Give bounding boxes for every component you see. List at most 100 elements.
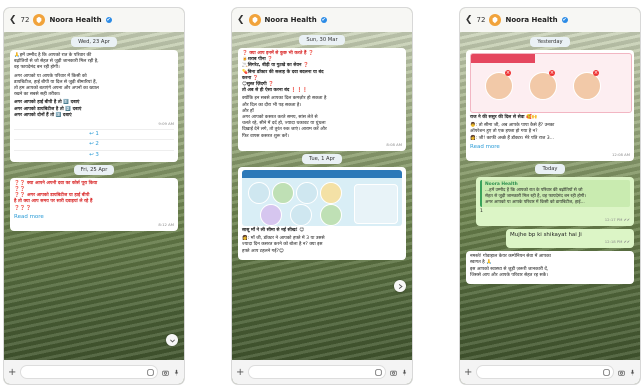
date-chip: Today <box>535 164 565 175</box>
illustration-panel <box>529 72 557 100</box>
question-line: अगर आपको दोनों हैं तो 3️⃣ दबाएं <box>14 112 72 118</box>
date-chip: Sun, 30 Mar <box>299 35 345 45</box>
message-line: 🚬सिगरेट, बीड़ी या गुटखे का सेवन ❓ <box>242 63 309 69</box>
message-line: ❓❓ <box>14 187 26 193</box>
quoted-line: अगर आपको या आपके परिवार में किसी को डायब… <box>485 199 585 205</box>
unread-count[interactable]: 72 <box>21 16 30 24</box>
incoming-message[interactable]: × × × राज ने की ससुर की दिल से सेवा 🥰🙌 👨… <box>466 50 634 162</box>
message-line: अगर आपको या आपके परिवार में किसी को <box>14 73 87 79</box>
message-line: बढ़ोतियों से जो सेहत से जुड़ी जानकारी मि… <box>14 59 99 65</box>
message-list[interactable]: Yesterday × × × राज ने की ससुर की दिल से… <box>460 34 640 360</box>
message-line: ❓❓ अगर आपको डायबिटीज या हाई बीपी <box>14 193 90 199</box>
infographic-banner <box>242 170 402 179</box>
camera-icon[interactable] <box>162 369 169 376</box>
message-line: ❓❓❓ <box>14 205 32 211</box>
plus-icon[interactable]: + <box>8 367 16 378</box>
outgoing-message[interactable]: Noora Health ...हमें उम्मीद है कि आपको र… <box>476 177 634 226</box>
outgoing-message[interactable]: Mujhe bp ki shikayat hai Ji 12:18 PM ✔✔ <box>506 228 634 249</box>
message-line: जिससे आप और आपके परिवार सेहत रह सकें। <box>470 272 548 278</box>
exercise-illustration <box>354 184 398 225</box>
contact-name[interactable]: Noora Health <box>265 16 317 24</box>
message-input[interactable] <box>476 365 614 379</box>
camera-icon[interactable] <box>390 369 397 376</box>
message-line: तो अब से ही ऐसा करना बंद ❗❗❗ <box>242 88 309 94</box>
phone-screen-3: ❮ 72 Noora Health ✔ Yesterday × × × राज … <box>460 8 640 384</box>
sticker-icon[interactable] <box>603 368 610 376</box>
composer-bar: + <box>232 360 412 384</box>
scroll-down-icon[interactable] <box>166 334 178 346</box>
heart-care-infographic[interactable]: × × × <box>470 53 632 113</box>
incoming-message[interactable]: ❓ क्या आप इनमें से कुछ भी करते हैं ❓ 🍺शर… <box>238 48 406 152</box>
message-time: 12:08 AM <box>611 152 630 158</box>
question-line: अगर आपको हाई बीपी है तो 1️⃣ दबाएं <box>14 100 80 106</box>
incoming-message[interactable]: 🙏हमें उम्मीद है कि आपको रात के परिवार की… <box>10 50 178 162</box>
reply-option-1[interactable]: ↩ 1 <box>14 129 174 138</box>
chat-header: ❮ Noora Health ✔ <box>232 8 412 32</box>
sticker-icon[interactable] <box>375 368 382 376</box>
message-line: दिखाई देने लगे, तो तुरंत रुक जाएं। आराम … <box>242 127 327 133</box>
read-more-link[interactable]: Read more <box>470 144 500 150</box>
exercise-illustration <box>290 204 312 227</box>
plus-icon[interactable]: + <box>464 367 472 378</box>
exercise-infographic[interactable] <box>242 170 402 227</box>
phone-screen-1: ❮ 72 Noora Health ✔ Wed, 23 Apr 🙏हमें उम… <box>4 8 184 384</box>
message-line: 😔सुस्त ज़िंदगी ❓ <box>242 82 275 88</box>
camera-icon[interactable] <box>618 369 625 376</box>
back-arrow-icon[interactable]: ❮ <box>237 15 245 25</box>
mic-icon[interactable] <box>629 369 636 376</box>
message-line: 👨: तो सीमा जी, अब आपके पापा कैसे हैं? उन… <box>470 123 555 129</box>
message-list[interactable]: Wed, 23 Apr 🙏हमें उम्मीद है कि आपको रात … <box>4 34 184 360</box>
exercise-illustration <box>248 182 270 205</box>
mic-icon[interactable] <box>173 369 180 376</box>
forward-icon[interactable] <box>394 280 406 292</box>
contact-name[interactable]: Noora Health <box>505 16 557 24</box>
message-line: 👩: माँ जी, डॉक्टर ने आपको हफ्ते में 3 या… <box>242 236 325 242</box>
message-line: हफ्ते आप टहलने गईं?😊 <box>242 248 284 254</box>
composer-bar: + <box>4 360 184 384</box>
message-text: Mujhe bp ki shikayat hai Ji <box>510 231 582 238</box>
quick-reply-options: ↩ 1 ↩ 2 ↩ 3 <box>14 129 174 159</box>
message-time: 12:18 PM ✔✔ <box>604 239 630 245</box>
message-line: ऑपरेशन हुए तो एक हफ्ता हो गया है न? <box>470 129 538 135</box>
message-line: है तो क्या आप समय पर सारी दवाइयां ले रहे… <box>14 199 93 205</box>
contact-avatar[interactable] <box>33 14 46 26</box>
quoted-line: सेहत से जुड़ी जानकारी मिल रही है, वह फाय… <box>485 193 586 199</box>
unread-count[interactable]: 72 <box>477 16 486 24</box>
message-input[interactable] <box>20 365 158 379</box>
message-line: अगर आपको कसरत करते समय, सांस लेते से <box>242 115 318 121</box>
message-line: फिर वापस कसरत शुरू करें। <box>242 133 289 139</box>
date-chip: Tue, 1 Apr <box>301 154 343 165</box>
sticker-icon[interactable] <box>147 368 154 376</box>
message-line: डायबिटीज, हाई बीपी या दिल से जुड़ी बीमार… <box>14 79 98 85</box>
date-chip: Wed, 23 Apr <box>71 37 117 47</box>
incoming-message[interactable]: ❓❓ क्या आपने अपनी दवा का कोर्स पूरा किया… <box>10 177 178 232</box>
message-line: और हाँ <box>242 108 254 114</box>
back-arrow-icon[interactable]: ❮ <box>465 15 473 25</box>
cross-icon: × <box>549 70 555 76</box>
contact-avatar[interactable] <box>489 14 502 26</box>
date-chip: Fri, 25 Apr <box>73 164 115 175</box>
message-title: राज ने की ससुर की दिल से सेवा 🥰🙌 <box>470 115 538 120</box>
reply-option-2[interactable]: ↩ 2 <box>14 139 174 148</box>
message-list[interactable]: Sun, 30 Mar ❓ क्या आप इनमें से कुछ भी कर… <box>232 32 412 360</box>
exercise-illustration <box>296 182 318 205</box>
message-line: करना ❓ <box>242 75 259 81</box>
message-time: 8:08 AM <box>386 141 402 147</box>
quoted-reply[interactable]: Noora Health ...हमें उम्मीद है कि आपको र… <box>480 180 630 208</box>
verified-badge-icon: ✔ <box>320 17 327 23</box>
message-input[interactable] <box>248 365 386 379</box>
incoming-message[interactable]: नमस्ते! गोवाहाल केयर कम्पेनियन सेवा में … <box>466 251 634 285</box>
contact-name[interactable]: Noora Health <box>49 16 101 24</box>
reply-option-3[interactable]: ↩ 3 <box>14 149 174 159</box>
message-line: चलते रहे, सीने में दर्द हो, ज्यादा थकावट… <box>242 121 326 127</box>
incoming-message[interactable]: सासू माँ ने ली सीमा से नई सीख! 😊 👩: माँ … <box>238 167 406 260</box>
read-more-link[interactable]: Read more <box>14 214 44 220</box>
mic-icon[interactable] <box>401 369 408 376</box>
reply-option-label: 2 <box>95 141 99 148</box>
back-arrow-icon[interactable]: ❮ <box>9 15 17 25</box>
chat-header: ❮ 72 Noora Health ✔ <box>4 8 184 32</box>
illustration-panel <box>573 72 601 100</box>
contact-avatar[interactable] <box>248 14 261 26</box>
plus-icon[interactable]: + <box>236 367 244 378</box>
message-line: 🙏हमें उम्मीद है कि आपको रात के परिवार की <box>14 53 92 58</box>
